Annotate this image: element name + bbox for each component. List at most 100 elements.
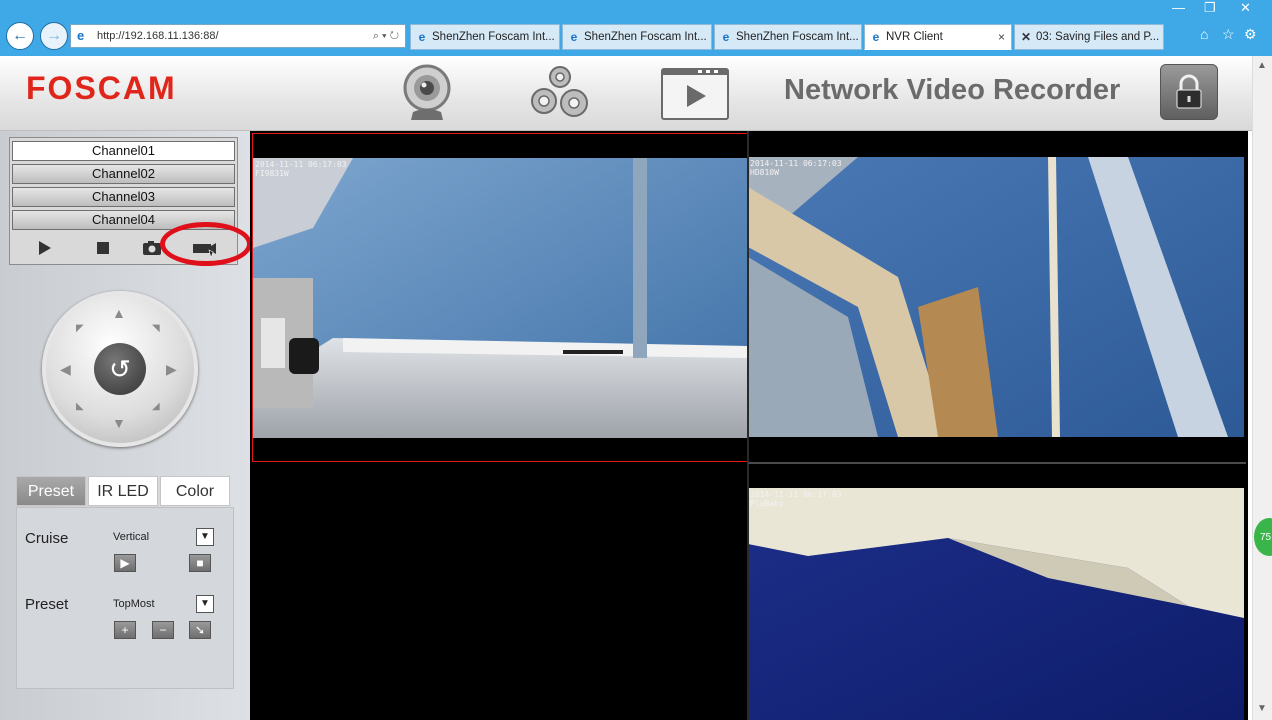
cruise-stop-button[interactable]: ■ <box>189 554 211 572</box>
playback-button[interactable] <box>660 62 730 124</box>
play-icon <box>39 241 51 255</box>
settings-button[interactable] <box>524 62 594 124</box>
ie-icon: e <box>722 30 730 44</box>
preset-options-panel: Cruise Vertical ▼ ▶ ■ Preset TopMost ▼ +… <box>16 507 234 689</box>
forward-button[interactable]: → <box>40 22 68 50</box>
reset-rotate-icon: ↺ <box>109 353 131 384</box>
foscam-logo: FOSCAM <box>26 70 177 106</box>
logout-button[interactable] <box>1160 64 1218 120</box>
video-cell-3-empty[interactable] <box>252 464 748 720</box>
scroll-down-icon[interactable]: ▼ <box>1257 703 1267 714</box>
play-icon: ▶ <box>120 556 130 570</box>
arrow-left-icon: ← <box>12 27 28 44</box>
ptz-control-pad[interactable]: ▲ ▼ ◀ ▶ ◤ ◥ ◣ ◢ ↺ <box>42 291 198 447</box>
ptz-down-left-icon[interactable]: ◣ <box>76 401 84 412</box>
ptz-right-icon[interactable]: ▶ <box>166 361 177 378</box>
page-icon: ✕ <box>1020 30 1032 44</box>
home-icon[interactable]: ⌂ <box>1200 26 1208 42</box>
ptz-tabs: Preset IR LED Color <box>16 476 230 506</box>
video-osd: 2014-11-11 06:17:03 FI9831W <box>255 160 347 178</box>
cruise-select[interactable]: Vertical ▼ <box>113 528 214 546</box>
preset-select[interactable]: TopMost ▼ <box>113 595 214 613</box>
playback-icon <box>661 68 729 120</box>
camera-feed-1 <box>253 158 747 438</box>
video-grid: 2014-11-11 06:17:03 FI9831W 2014-11-11 0… <box>250 131 1248 720</box>
plus-icon: + <box>121 623 129 637</box>
browser-tab-1[interactable]: e ShenZhen Foscam Int... <box>410 24 560 50</box>
ie-icon: e <box>418 30 426 44</box>
preset-select-value: TopMost <box>113 598 155 610</box>
minimize-icon[interactable]: — <box>1172 0 1185 15</box>
lock-icon <box>1176 74 1202 109</box>
preset-delete-button[interactable]: − <box>152 621 174 639</box>
grid-divider-horizontal <box>748 462 1246 464</box>
ptz-reset-button[interactable]: ↺ <box>94 343 146 395</box>
play-button[interactable] <box>30 236 58 260</box>
close-window-icon[interactable]: ✕ <box>1240 0 1251 16</box>
tools-gear-icon[interactable]: ⚙ <box>1244 26 1257 43</box>
channel-item-01[interactable]: Channel01 <box>12 141 235 161</box>
tab-label: ShenZhen Foscam Int... <box>736 31 859 43</box>
tab-close-icon[interactable]: × <box>998 30 1005 44</box>
video-cell-1[interactable]: 2014-11-11 06:17:03 FI9831W <box>252 133 748 462</box>
highlight-circle-annotation <box>160 222 252 266</box>
address-controls[interactable]: ⌕ ▾ ↻ <box>373 30 399 43</box>
channel-item-02[interactable]: Channel02 <box>12 164 235 184</box>
osd-timestamp: 2014-11-11 06:17:03 <box>750 159 842 168</box>
webcam-icon <box>403 64 451 120</box>
stop-icon: ■ <box>196 556 204 570</box>
back-button[interactable]: ← <box>6 22 34 50</box>
ptz-up-right-icon[interactable]: ◥ <box>152 323 160 334</box>
tab-preset[interactable]: Preset <box>16 476 86 506</box>
restore-icon[interactable]: ❐ <box>1204 0 1216 16</box>
osd-timestamp: 2014-11-11 06:17:03 <box>255 160 347 169</box>
tab-color[interactable]: Color <box>160 476 230 506</box>
scroll-up-icon[interactable]: ▲ <box>1257 60 1267 71</box>
ptz-up-left-icon[interactable]: ◤ <box>76 323 84 334</box>
ptz-down-icon[interactable]: ▼ <box>112 415 126 431</box>
osd-camera-name: PlaBaby <box>750 499 784 508</box>
browser-tab-5[interactable]: ✕ 03: Saving Files and P... <box>1014 24 1164 50</box>
control-sidebar: Channel01 Channel02 Channel03 Channel04 … <box>0 131 252 720</box>
address-bar[interactable]: e http://192.168.11.136:88/ ⌕ ▾ ↻ <box>70 24 406 48</box>
preset-go-button[interactable]: ➘ <box>189 621 211 639</box>
ie-icon: e <box>872 30 880 44</box>
address-url[interactable]: http://192.168.11.136:88/ <box>97 30 373 42</box>
tab-label: ShenZhen Foscam Int... <box>432 31 555 43</box>
browser-chrome: ← → e http://192.168.11.136:88/ ⌕ ▾ ↻ eS… <box>0 0 1272 56</box>
channel-item-03[interactable]: Channel03 <box>12 187 235 207</box>
camera-feed-2 <box>748 157 1244 437</box>
tab-ir-led[interactable]: IR LED <box>88 476 158 506</box>
cruise-start-button[interactable]: ▶ <box>114 554 136 572</box>
chevron-down-icon: ▼ <box>196 528 214 546</box>
browser-tab-2[interactable]: e ShenZhen Foscam Int... <box>562 24 712 50</box>
tab-label: ShenZhen Foscam Int... <box>584 31 707 43</box>
grid-divider-vertical <box>747 131 749 720</box>
app-title: Network Video Recorder <box>784 74 1121 106</box>
tab-label: 03: Saving Files and P... <box>1036 31 1160 43</box>
minus-icon: − <box>159 623 167 637</box>
chevron-down-icon: ▼ <box>196 595 214 613</box>
osd-camera-name: HD810W <box>750 168 779 177</box>
browser-tab-nvr-client[interactable]: e NVR Client × <box>864 24 1012 50</box>
stop-icon <box>97 242 109 254</box>
video-cell-4[interactable]: 2014-11-11 06:17:03 PlaBaby <box>748 464 1244 720</box>
osd-timestamp: 2014-11-11 06:17:03 <box>750 490 842 499</box>
ie-icon: e <box>77 28 85 43</box>
arrow-right-icon: → <box>46 27 62 44</box>
ie-icon: e <box>570 30 578 44</box>
video-osd: 2014-11-11 06:17:03 PlaBaby <box>750 490 842 508</box>
stop-button[interactable] <box>89 236 117 260</box>
favorites-star-icon[interactable]: ☆ <box>1222 26 1235 43</box>
ptz-down-right-icon[interactable]: ◢ <box>152 401 160 412</box>
ptz-up-icon[interactable]: ▲ <box>112 305 126 321</box>
cruise-label: Cruise <box>25 530 69 547</box>
preset-add-button[interactable]: + <box>114 621 136 639</box>
ptz-left-icon[interactable]: ◀ <box>60 361 71 378</box>
settings-gears-icon <box>531 66 588 117</box>
video-cell-2[interactable]: 2014-11-11 06:17:03 HD810W <box>748 133 1244 462</box>
browser-tab-3[interactable]: e ShenZhen Foscam Int... <box>714 24 862 50</box>
page-scrollbar[interactable]: ▲ ▼ <box>1252 56 1272 720</box>
goto-arrow-icon: ➘ <box>194 623 206 637</box>
live-view-button[interactable] <box>396 62 458 124</box>
